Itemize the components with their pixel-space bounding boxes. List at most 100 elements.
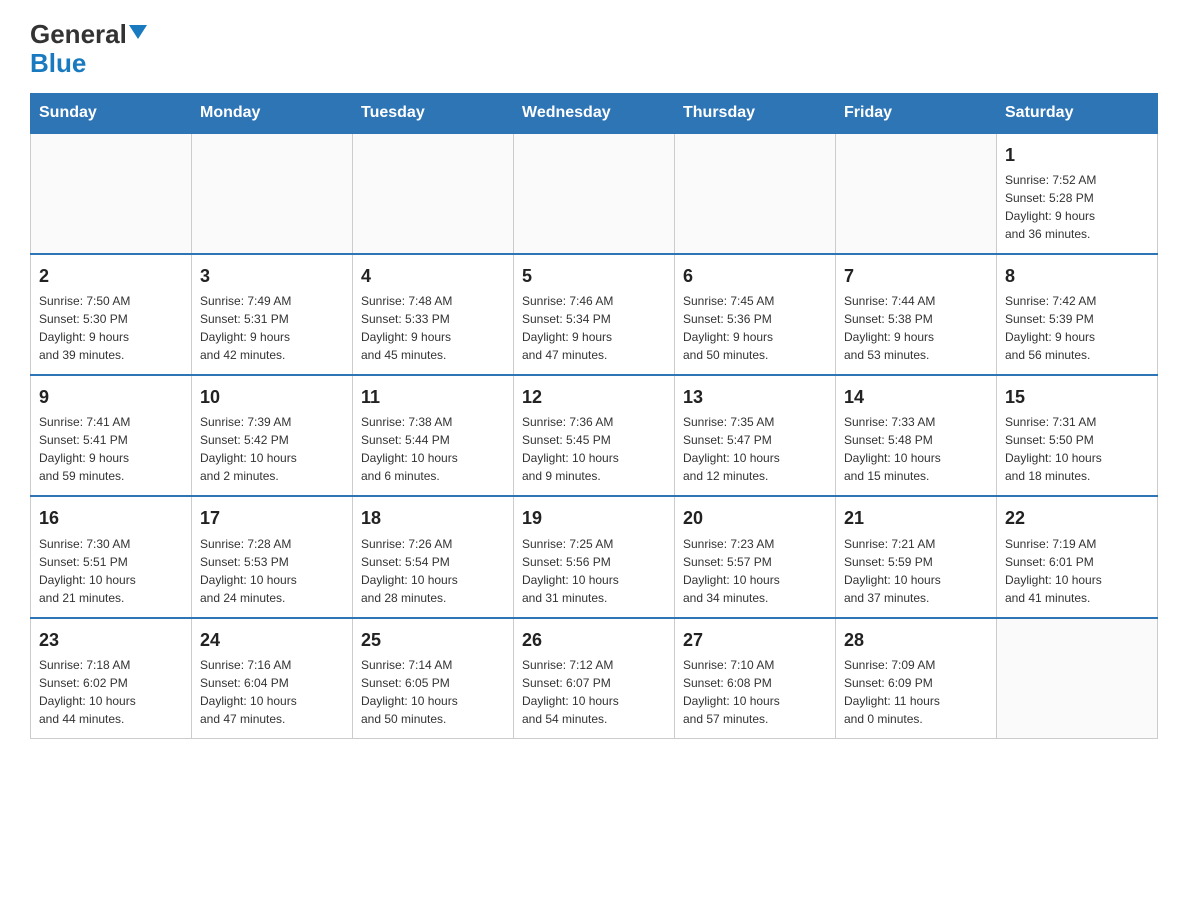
day-number: 26 bbox=[522, 627, 666, 653]
calendar-cell: 7 Sunrise: 7:44 AMSunset: 5:38 PMDaylight… bbox=[836, 254, 997, 375]
day-info: Sunrise: 7:50 AMSunset: 5:30 PMDaylight:… bbox=[39, 292, 183, 364]
day-number: 16 bbox=[39, 505, 183, 531]
day-info: Sunrise: 7:12 AMSunset: 6:07 PMDaylight:… bbox=[522, 656, 666, 728]
day-info: Sunrise: 7:16 AMSunset: 6:04 PMDaylight:… bbox=[200, 656, 344, 728]
calendar-cell bbox=[514, 133, 675, 254]
calendar-cell: 12Sunrise: 7:36 AMSunset: 5:45 PMDayligh… bbox=[514, 375, 675, 496]
calendar-cell: 22 Sunrise: 7:19 AMSunset: 6:01 PMDayligh… bbox=[997, 496, 1158, 617]
day-number: 7 bbox=[844, 263, 988, 289]
calendar-cell: 13 Sunrise: 7:35 AMSunset: 5:47 PMDayligh… bbox=[675, 375, 836, 496]
calendar-cell: 28 Sunrise: 7:09 AMSunset: 6:09 PMDayligh… bbox=[836, 618, 997, 739]
day-info: Sunrise: 7:48 AMSunset: 5:33 PMDaylight:… bbox=[361, 292, 505, 364]
logo-triangle-icon bbox=[129, 25, 147, 39]
calendar-cell: 21 Sunrise: 7:21 AMSunset: 5:59 PMDayligh… bbox=[836, 496, 997, 617]
day-info: Sunrise: 7:09 AMSunset: 6:09 PMDaylight:… bbox=[844, 656, 988, 728]
calendar-cell bbox=[836, 133, 997, 254]
day-info: Sunrise: 7:44 AMSunset: 5:38 PMDaylight:… bbox=[844, 292, 988, 364]
calendar-cell: 16 Sunrise: 7:30 AMSunset: 5:51 PMDayligh… bbox=[31, 496, 192, 617]
day-info: Sunrise: 7:14 AMSunset: 6:05 PMDaylight:… bbox=[361, 656, 505, 728]
col-header-sunday: Sunday bbox=[31, 94, 192, 134]
day-info: Sunrise: 7:25 AMSunset: 5:56 PMDaylight:… bbox=[522, 535, 666, 607]
calendar-cell: 15 Sunrise: 7:31 AMSunset: 5:50 PMDayligh… bbox=[997, 375, 1158, 496]
day-info: Sunrise: 7:23 AMSunset: 5:57 PMDaylight:… bbox=[683, 535, 827, 607]
day-info: Sunrise: 7:46 AMSunset: 5:34 PMDaylight:… bbox=[522, 292, 666, 364]
col-header-tuesday: Tuesday bbox=[353, 94, 514, 134]
day-number: 28 bbox=[844, 627, 988, 653]
calendar-cell: 24 Sunrise: 7:16 AMSunset: 6:04 PMDayligh… bbox=[192, 618, 353, 739]
calendar-cell: 5 Sunrise: 7:46 AMSunset: 5:34 PMDaylight… bbox=[514, 254, 675, 375]
week-row-3: 9Sunrise: 7:41 AMSunset: 5:41 PMDaylight… bbox=[31, 375, 1158, 496]
calendar-cell: 11 Sunrise: 7:38 AMSunset: 5:44 PMDayligh… bbox=[353, 375, 514, 496]
day-number: 1 bbox=[1005, 142, 1149, 168]
week-row-2: 2 Sunrise: 7:50 AMSunset: 5:30 PMDaylight… bbox=[31, 254, 1158, 375]
calendar-cell: 2 Sunrise: 7:50 AMSunset: 5:30 PMDaylight… bbox=[31, 254, 192, 375]
calendar-table: SundayMondayTuesdayWednesdayThursdayFrid… bbox=[30, 93, 1158, 738]
day-number: 25 bbox=[361, 627, 505, 653]
day-number: 11 bbox=[361, 384, 505, 410]
day-number: 4 bbox=[361, 263, 505, 289]
day-number: 18 bbox=[361, 505, 505, 531]
day-number: 27 bbox=[683, 627, 827, 653]
day-number: 22 bbox=[1005, 505, 1149, 531]
calendar-cell: 10 Sunrise: 7:39 AMSunset: 5:42 PMDayligh… bbox=[192, 375, 353, 496]
day-info: Sunrise: 7:31 AMSunset: 5:50 PMDaylight:… bbox=[1005, 413, 1149, 485]
logo-blue: Blue bbox=[30, 49, 86, 78]
calendar-cell: 23 Sunrise: 7:18 AMSunset: 6:02 PMDayligh… bbox=[31, 618, 192, 739]
day-info: Sunrise: 7:52 AMSunset: 5:28 PMDaylight:… bbox=[1005, 171, 1149, 243]
logo: General Blue bbox=[30, 20, 147, 77]
col-header-saturday: Saturday bbox=[997, 94, 1158, 134]
calendar-cell: 20 Sunrise: 7:23 AMSunset: 5:57 PMDayligh… bbox=[675, 496, 836, 617]
day-number: 6 bbox=[683, 263, 827, 289]
day-info: Sunrise: 7:49 AMSunset: 5:31 PMDaylight:… bbox=[200, 292, 344, 364]
day-info: Sunrise: 7:45 AMSunset: 5:36 PMDaylight:… bbox=[683, 292, 827, 364]
week-row-5: 23 Sunrise: 7:18 AMSunset: 6:02 PMDayligh… bbox=[31, 618, 1158, 739]
day-info: Sunrise: 7:33 AMSunset: 5:48 PMDaylight:… bbox=[844, 413, 988, 485]
week-row-4: 16 Sunrise: 7:30 AMSunset: 5:51 PMDayligh… bbox=[31, 496, 1158, 617]
week-row-1: 1 Sunrise: 7:52 AMSunset: 5:28 PMDaylight… bbox=[31, 133, 1158, 254]
calendar-cell bbox=[353, 133, 514, 254]
day-info: Sunrise: 7:18 AMSunset: 6:02 PMDaylight:… bbox=[39, 656, 183, 728]
day-number: 13 bbox=[683, 384, 827, 410]
calendar-cell: 3Sunrise: 7:49 AMSunset: 5:31 PMDaylight… bbox=[192, 254, 353, 375]
calendar-cell: 18 Sunrise: 7:26 AMSunset: 5:54 PMDayligh… bbox=[353, 496, 514, 617]
calendar-cell: 27 Sunrise: 7:10 AMSunset: 6:08 PMDayligh… bbox=[675, 618, 836, 739]
calendar-cell: 17 Sunrise: 7:28 AMSunset: 5:53 PMDayligh… bbox=[192, 496, 353, 617]
calendar-cell: 26 Sunrise: 7:12 AMSunset: 6:07 PMDayligh… bbox=[514, 618, 675, 739]
calendar-cell: 25 Sunrise: 7:14 AMSunset: 6:05 PMDayligh… bbox=[353, 618, 514, 739]
day-info: Sunrise: 7:26 AMSunset: 5:54 PMDaylight:… bbox=[361, 535, 505, 607]
calendar-cell bbox=[675, 133, 836, 254]
day-number: 24 bbox=[200, 627, 344, 653]
logo-general: General bbox=[30, 20, 127, 49]
day-number: 5 bbox=[522, 263, 666, 289]
day-number: 23 bbox=[39, 627, 183, 653]
day-info: Sunrise: 7:41 AMSunset: 5:41 PMDaylight:… bbox=[39, 413, 183, 485]
day-info: Sunrise: 7:39 AMSunset: 5:42 PMDaylight:… bbox=[200, 413, 344, 485]
day-info: Sunrise: 7:30 AMSunset: 5:51 PMDaylight:… bbox=[39, 535, 183, 607]
calendar-cell bbox=[192, 133, 353, 254]
day-number: 14 bbox=[844, 384, 988, 410]
day-info: Sunrise: 7:19 AMSunset: 6:01 PMDaylight:… bbox=[1005, 535, 1149, 607]
day-number: 20 bbox=[683, 505, 827, 531]
day-info: Sunrise: 7:10 AMSunset: 6:08 PMDaylight:… bbox=[683, 656, 827, 728]
col-header-monday: Monday bbox=[192, 94, 353, 134]
calendar-cell: 14 Sunrise: 7:33 AMSunset: 5:48 PMDayligh… bbox=[836, 375, 997, 496]
day-info: Sunrise: 7:28 AMSunset: 5:53 PMDaylight:… bbox=[200, 535, 344, 607]
calendar-cell: 1 Sunrise: 7:52 AMSunset: 5:28 PMDaylight… bbox=[997, 133, 1158, 254]
day-number: 10 bbox=[200, 384, 344, 410]
day-number: 15 bbox=[1005, 384, 1149, 410]
day-info: Sunrise: 7:35 AMSunset: 5:47 PMDaylight:… bbox=[683, 413, 827, 485]
day-info: Sunrise: 7:21 AMSunset: 5:59 PMDaylight:… bbox=[844, 535, 988, 607]
calendar-cell: 8 Sunrise: 7:42 AMSunset: 5:39 PMDaylight… bbox=[997, 254, 1158, 375]
day-number: 21 bbox=[844, 505, 988, 531]
col-header-wednesday: Wednesday bbox=[514, 94, 675, 134]
day-number: 19 bbox=[522, 505, 666, 531]
day-info: Sunrise: 7:38 AMSunset: 5:44 PMDaylight:… bbox=[361, 413, 505, 485]
calendar-cell: 6 Sunrise: 7:45 AMSunset: 5:36 PMDaylight… bbox=[675, 254, 836, 375]
col-header-thursday: Thursday bbox=[675, 94, 836, 134]
day-info: Sunrise: 7:42 AMSunset: 5:39 PMDaylight:… bbox=[1005, 292, 1149, 364]
day-number: 2 bbox=[39, 263, 183, 289]
page-header: General Blue bbox=[30, 20, 1158, 77]
day-number: 8 bbox=[1005, 263, 1149, 289]
calendar-cell bbox=[997, 618, 1158, 739]
day-number: 17 bbox=[200, 505, 344, 531]
